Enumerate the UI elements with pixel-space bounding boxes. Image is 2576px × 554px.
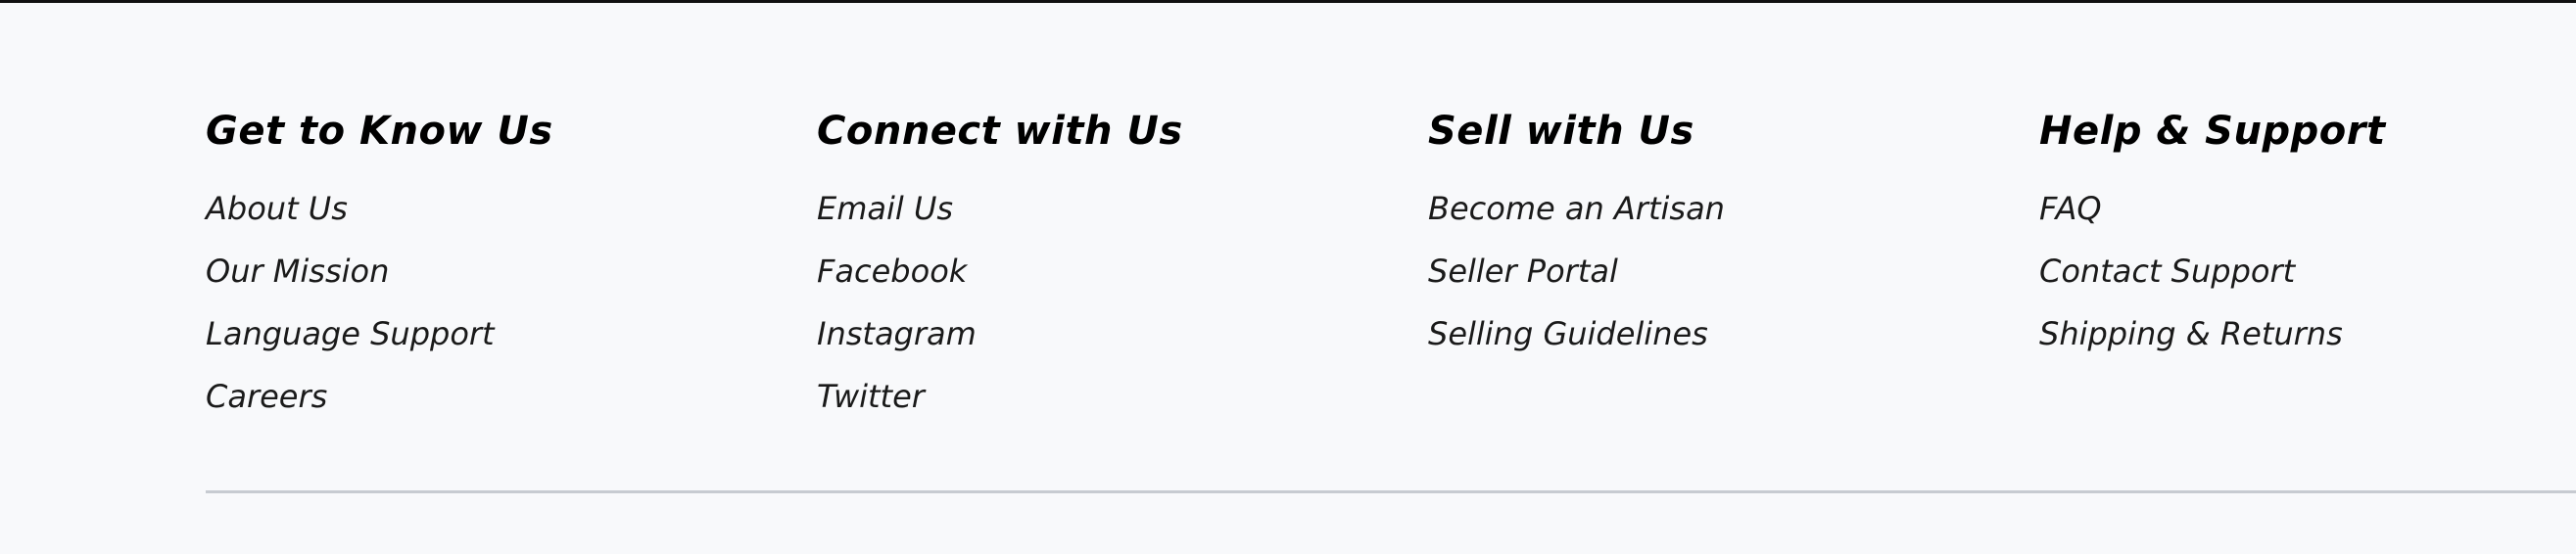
footer-divider: [206, 490, 2576, 493]
link-about-us[interactable]: About Us: [206, 188, 817, 229]
link-list: Email Us Facebook Instagram Twitter: [817, 188, 1428, 417]
column-title: Sell with Us: [1428, 109, 1694, 154]
page-footer: Get to Know Us About Us Our Mission Lang…: [0, 0, 2576, 554]
column-title: Get to Know Us: [206, 109, 553, 154]
footer-column-sell-with-us: Sell with Us Become an Artisan Seller Po…: [1428, 106, 2039, 439]
link-our-mission[interactable]: Our Mission: [206, 251, 817, 292]
link-seller-portal[interactable]: Seller Portal: [1428, 251, 2039, 292]
link-email-us[interactable]: Email Us: [817, 188, 1428, 229]
footer-column-help-support: Help & Support FAQ Contact Support Shipp…: [2039, 106, 2576, 439]
link-language-support[interactable]: Language Support: [206, 313, 817, 354]
footer-column-get-to-know-us: Get to Know Us About Us Our Mission Lang…: [206, 106, 817, 439]
link-selling-guidelines[interactable]: Selling Guidelines: [1428, 313, 2039, 354]
link-list: FAQ Contact Support Shipping & Returns: [2039, 188, 2576, 354]
column-title: Connect with Us: [817, 109, 1183, 154]
link-list: Become an Artisan Seller Portal Selling …: [1428, 188, 2039, 354]
link-faq[interactable]: FAQ: [2039, 188, 2576, 229]
column-title: Help & Support: [2039, 109, 2386, 154]
footer-columns: Get to Know Us About Us Our Mission Lang…: [206, 106, 2576, 439]
footer-column-connect-with-us: Connect with Us Email Us Facebook Instag…: [817, 106, 1428, 439]
link-careers[interactable]: Careers: [206, 376, 817, 417]
link-twitter[interactable]: Twitter: [817, 376, 1428, 417]
link-shipping-returns[interactable]: Shipping & Returns: [2039, 313, 2576, 354]
link-contact-support[interactable]: Contact Support: [2039, 251, 2576, 292]
link-become-an-artisan[interactable]: Become an Artisan: [1428, 188, 2039, 229]
link-list: About Us Our Mission Language Support Ca…: [206, 188, 817, 417]
link-facebook[interactable]: Facebook: [817, 251, 1428, 292]
link-instagram[interactable]: Instagram: [817, 313, 1428, 354]
